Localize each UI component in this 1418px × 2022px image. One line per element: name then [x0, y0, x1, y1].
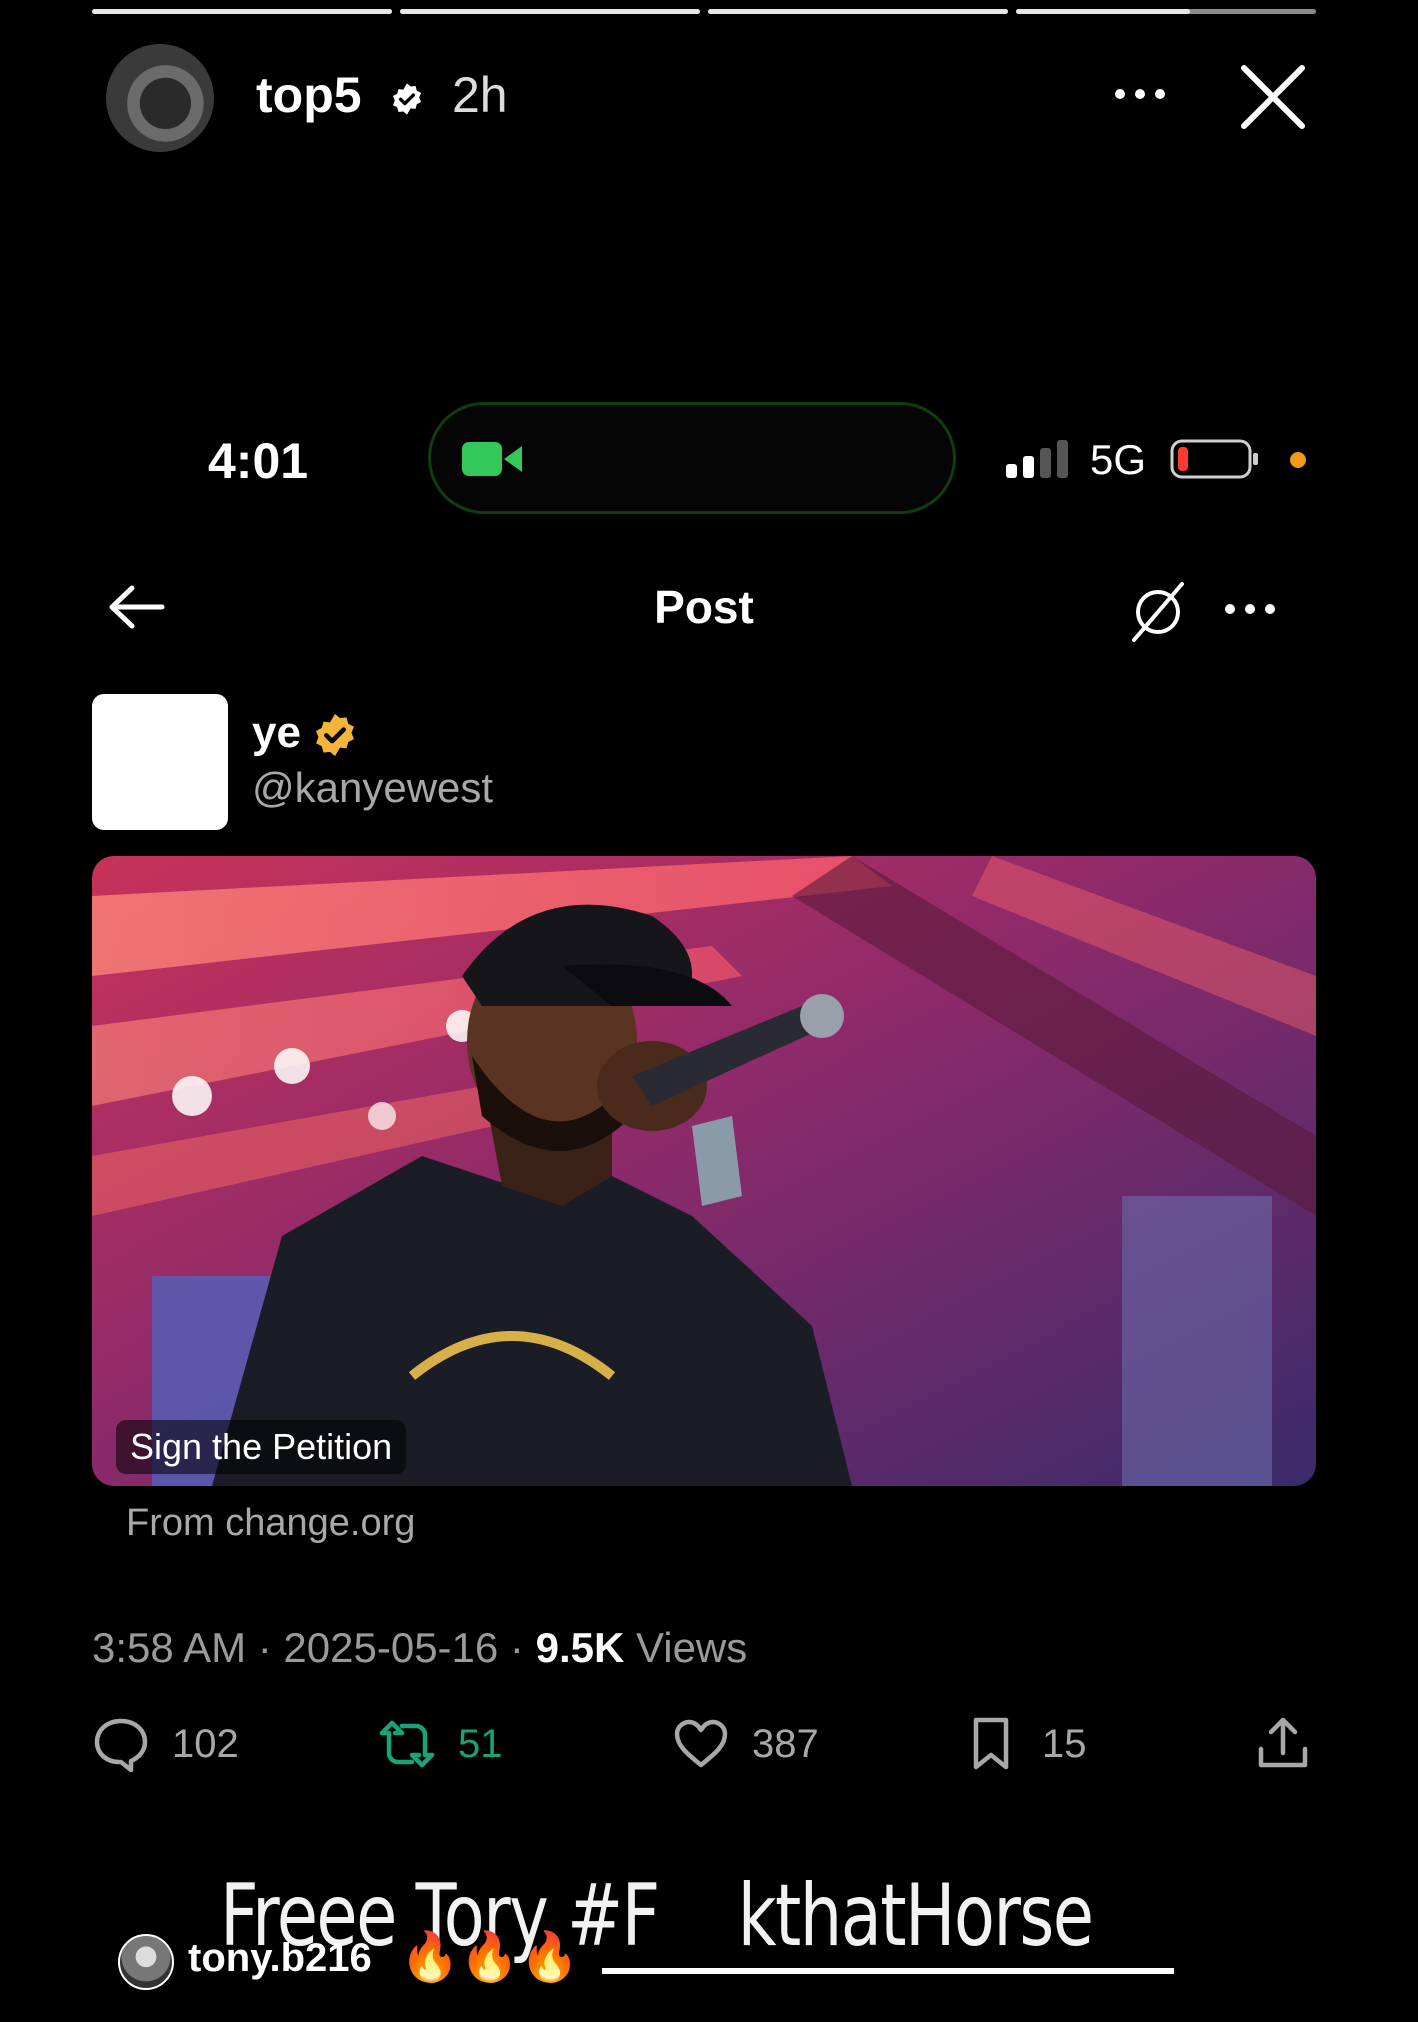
- post-meta: 3:58 AM · 2025-05-16 · 9.5K Views: [92, 1624, 747, 1672]
- status-time: 4:01: [208, 433, 309, 489]
- media-link-label[interactable]: Sign the Petition: [116, 1420, 407, 1474]
- views-count: 9.5K: [535, 1624, 625, 1671]
- privacy-indicator-dot: [1290, 452, 1306, 468]
- share-icon: [1258, 1717, 1308, 1768]
- story-progress-3: [708, 9, 1008, 14]
- share-button[interactable]: [1254, 1716, 1312, 1772]
- bookmark-button[interactable]: 15: [962, 1716, 1087, 1772]
- post-media-image[interactable]: [92, 856, 1316, 1486]
- story-progress-4: [1016, 9, 1316, 14]
- repost-button[interactable]: 51: [378, 1716, 503, 1772]
- facetime-camera-icon: [462, 442, 522, 476]
- story-progress-2: [400, 9, 700, 14]
- author-handle[interactable]: @kanyewest: [252, 764, 493, 812]
- post-more-icon[interactable]: [1222, 594, 1278, 624]
- battery-low-icon: [1170, 439, 1258, 479]
- mention-tag[interactable]: tony.b216: [188, 1936, 372, 1981]
- heart-icon: [674, 1719, 728, 1768]
- bookmark-count: 15: [1042, 1721, 1087, 1766]
- back-arrow-icon[interactable]: [106, 582, 166, 632]
- like-button[interactable]: 387: [672, 1716, 819, 1772]
- like-count: 387: [752, 1721, 819, 1766]
- mention-avatar[interactable]: [118, 1934, 174, 1990]
- repost-icon: [379, 1720, 435, 1768]
- repost-count: 51: [458, 1721, 503, 1766]
- views-label: Views: [624, 1624, 748, 1671]
- link-source[interactable]: From change.org: [126, 1502, 415, 1545]
- reply-icon: [94, 1718, 148, 1773]
- page-title: Post: [654, 581, 754, 633]
- story-progress-1: [92, 9, 392, 14]
- grok-icon[interactable]: [1126, 580, 1190, 644]
- story-avatar[interactable]: [106, 44, 214, 152]
- story-username[interactable]: top5: [256, 66, 362, 124]
- post-timestamp: 3:58 AM · 2025-05-16 ·: [92, 1624, 536, 1671]
- verified-gold-badge-icon: [316, 713, 354, 757]
- verified-badge-icon: [392, 83, 422, 115]
- story-time: 2h: [452, 67, 508, 123]
- author-avatar[interactable]: [92, 694, 228, 830]
- network-type: 5G: [1090, 436, 1147, 483]
- author-name[interactable]: ye: [252, 708, 301, 758]
- reply-button[interactable]: 102: [92, 1716, 239, 1773]
- close-icon[interactable]: [1238, 62, 1308, 132]
- bookmark-icon: [973, 1717, 1009, 1770]
- caption-underline: [602, 1968, 1174, 1974]
- reply-count: 102: [172, 1721, 239, 1766]
- fire-emoji: 🔥🔥🔥: [400, 1931, 580, 1984]
- more-options-icon[interactable]: [1112, 74, 1168, 114]
- signal-icon: [1006, 440, 1068, 478]
